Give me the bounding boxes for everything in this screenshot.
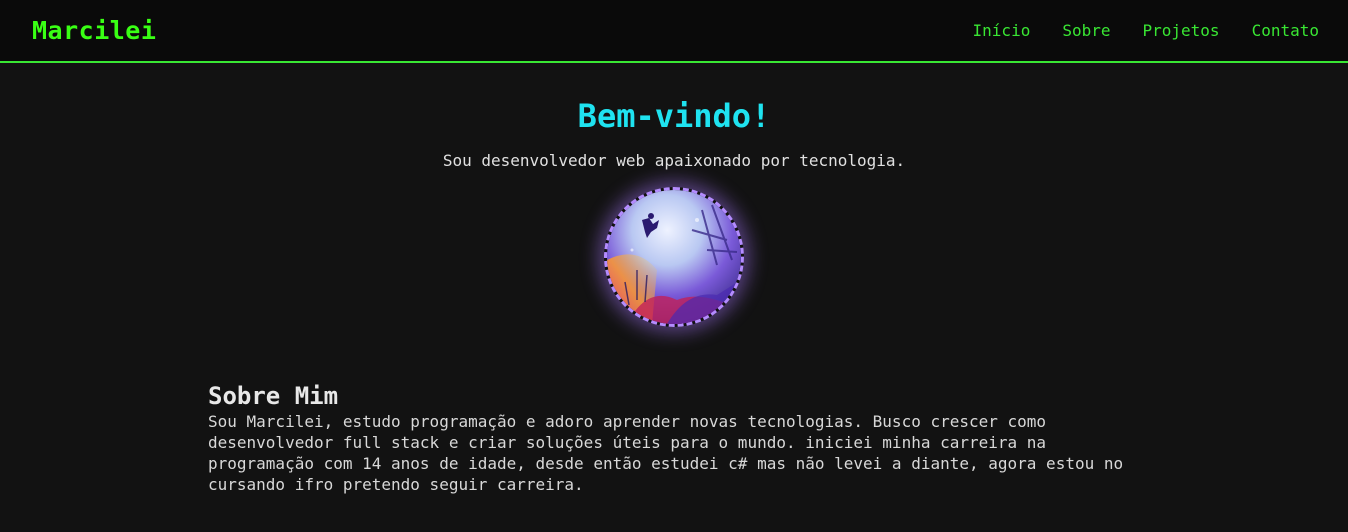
- nav-link-projetos[interactable]: Projetos: [1143, 21, 1220, 40]
- hero-title: Bem-vindo!: [577, 97, 771, 135]
- nav-link-contato[interactable]: Contato: [1252, 21, 1319, 40]
- hero-section: Bem-vindo! Sou desenvolvedor web apaixon…: [0, 63, 1348, 327]
- profile-avatar: [604, 187, 744, 327]
- main-nav: Início Sobre Projetos Contato: [973, 21, 1319, 40]
- about-section: Sobre Mim Sou Marcilei, estudo programaç…: [208, 381, 1138, 495]
- nav-link-sobre[interactable]: Sobre: [1062, 21, 1110, 40]
- nav-link-inicio[interactable]: Início: [973, 21, 1031, 40]
- site-brand[interactable]: Marcilei: [32, 16, 156, 45]
- about-text: Sou Marcilei, estudo programação e adoro…: [208, 412, 1124, 494]
- hero-subtitle: Sou desenvolvedor web apaixonado por tec…: [442, 151, 906, 170]
- top-navbar: Marcilei Início Sobre Projetos Contato: [0, 0, 1348, 63]
- about-title: Sobre Mim: [208, 382, 339, 410]
- avatar-glow: [604, 187, 744, 327]
